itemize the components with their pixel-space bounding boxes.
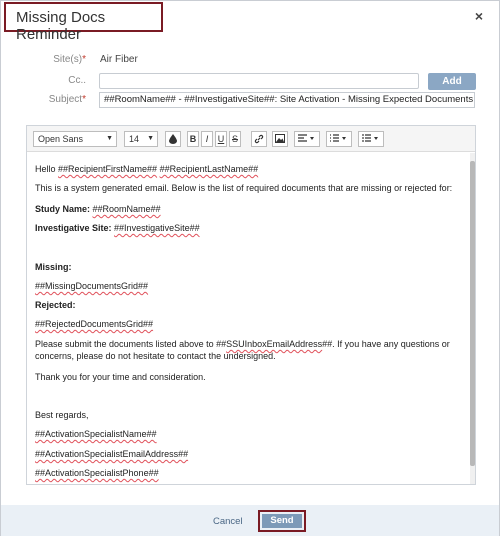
font-size-select[interactable]: 14 ▼	[124, 131, 158, 147]
sites-label: Site(s)*	[53, 54, 86, 65]
dialog-footer: Cancel Send	[1, 505, 499, 536]
rejected-grid-token: ##RejectedDocumentsGrid##	[35, 319, 154, 329]
strikethrough-button[interactable]: S	[229, 131, 241, 147]
submit-prefix: Please submit the documents listed above…	[35, 339, 227, 349]
investigative-site-token: ##InvestigativeSite##	[114, 223, 200, 233]
bold-button[interactable]: B	[187, 131, 199, 147]
italic-button[interactable]: I	[201, 131, 213, 147]
site-line: Investigative Site: ##InvestigativeSite#…	[35, 223, 200, 233]
cc-label: Cc..	[68, 75, 86, 86]
unordered-list-icon[interactable]	[358, 131, 384, 147]
send-button-highlight: Send	[258, 510, 306, 532]
study-label: Study Name:	[35, 204, 91, 214]
underline-button[interactable]: U	[215, 131, 227, 147]
room-name-token: ##RoomName##	[92, 204, 161, 214]
link-icon[interactable]	[251, 131, 267, 147]
rejected-label: Rejected:	[35, 300, 76, 310]
missing-grid-token: ##MissingDocumentsGrid##	[35, 281, 149, 291]
add-cc-button[interactable]: Add	[428, 73, 476, 90]
greeting-prefix: Hello	[35, 164, 59, 174]
send-button[interactable]: Send	[262, 514, 302, 528]
sites-value: Air Fiber	[100, 54, 138, 65]
submit-suffix: ##. If you have any questions or	[322, 339, 450, 349]
ssu-inbox-token: SSUInboxEmailAddress	[226, 339, 323, 349]
text-color-icon[interactable]	[165, 131, 181, 147]
email-editor: Open Sans ▼ 14 ▼ B I U S Hello ##Recipie…	[26, 125, 476, 485]
align-icon[interactable]	[294, 131, 320, 147]
site-label: Investigative Site:	[35, 223, 112, 233]
missing-docs-dialog: Missing Docs Reminder × Site(s)* Air Fib…	[0, 0, 500, 536]
dialog-title: Missing Docs Reminder	[16, 9, 106, 43]
missing-label: Missing:	[35, 262, 72, 272]
subject-label: Subject*	[48, 94, 86, 105]
submit-line-2: concerns, please do not hesitate to cont…	[35, 351, 276, 361]
chevron-down-icon: ▼	[147, 135, 154, 142]
cc-input[interactable]	[99, 73, 419, 89]
font-size-value: 14	[129, 134, 140, 144]
intro-line: This is a system generated email. Below …	[35, 183, 453, 193]
study-line: Study Name: ##RoomName##	[35, 204, 161, 214]
greeting-line: Hello ##RecipientFirstName## ##Recipient…	[35, 164, 258, 174]
font-family-value: Open Sans	[38, 134, 84, 144]
scrollbar-thumb[interactable]	[470, 161, 475, 466]
editor-toolbar: Open Sans ▼ 14 ▼ B I U S	[27, 126, 475, 152]
close-icon[interactable]: ×	[472, 8, 486, 24]
regards-line: Best regards,	[35, 410, 89, 420]
recipient-last-name-token: ##RecipientLastName##	[159, 164, 259, 174]
dialog-title-box: Missing Docs Reminder	[4, 2, 163, 43]
ordered-list-icon[interactable]	[326, 131, 352, 147]
image-icon[interactable]	[272, 131, 288, 147]
thanks-line: Thank you for your time and consideratio…	[35, 372, 206, 382]
editor-scrollbar[interactable]	[470, 153, 475, 484]
email-body[interactable]: Hello ##RecipientFirstName## ##Recipient…	[27, 153, 475, 484]
specialist-email-token: ##ActivationSpecialistEmailAddress##	[35, 449, 189, 459]
cancel-button[interactable]: Cancel	[213, 516, 243, 527]
chevron-down-icon: ▼	[106, 135, 113, 142]
specialist-phone-token: ##ActivationSpecialistPhone##	[35, 468, 159, 478]
font-family-select[interactable]: Open Sans ▼	[33, 131, 117, 147]
submit-line: Please submit the documents listed above…	[35, 339, 450, 349]
specialist-name-token: ##ActivationSpecialistName##	[35, 429, 157, 439]
recipient-first-name-token: ##RecipientFirstName##	[58, 164, 158, 174]
subject-input[interactable]: ##RoomName## - ##InvestigativeSite##: Si…	[99, 92, 475, 108]
